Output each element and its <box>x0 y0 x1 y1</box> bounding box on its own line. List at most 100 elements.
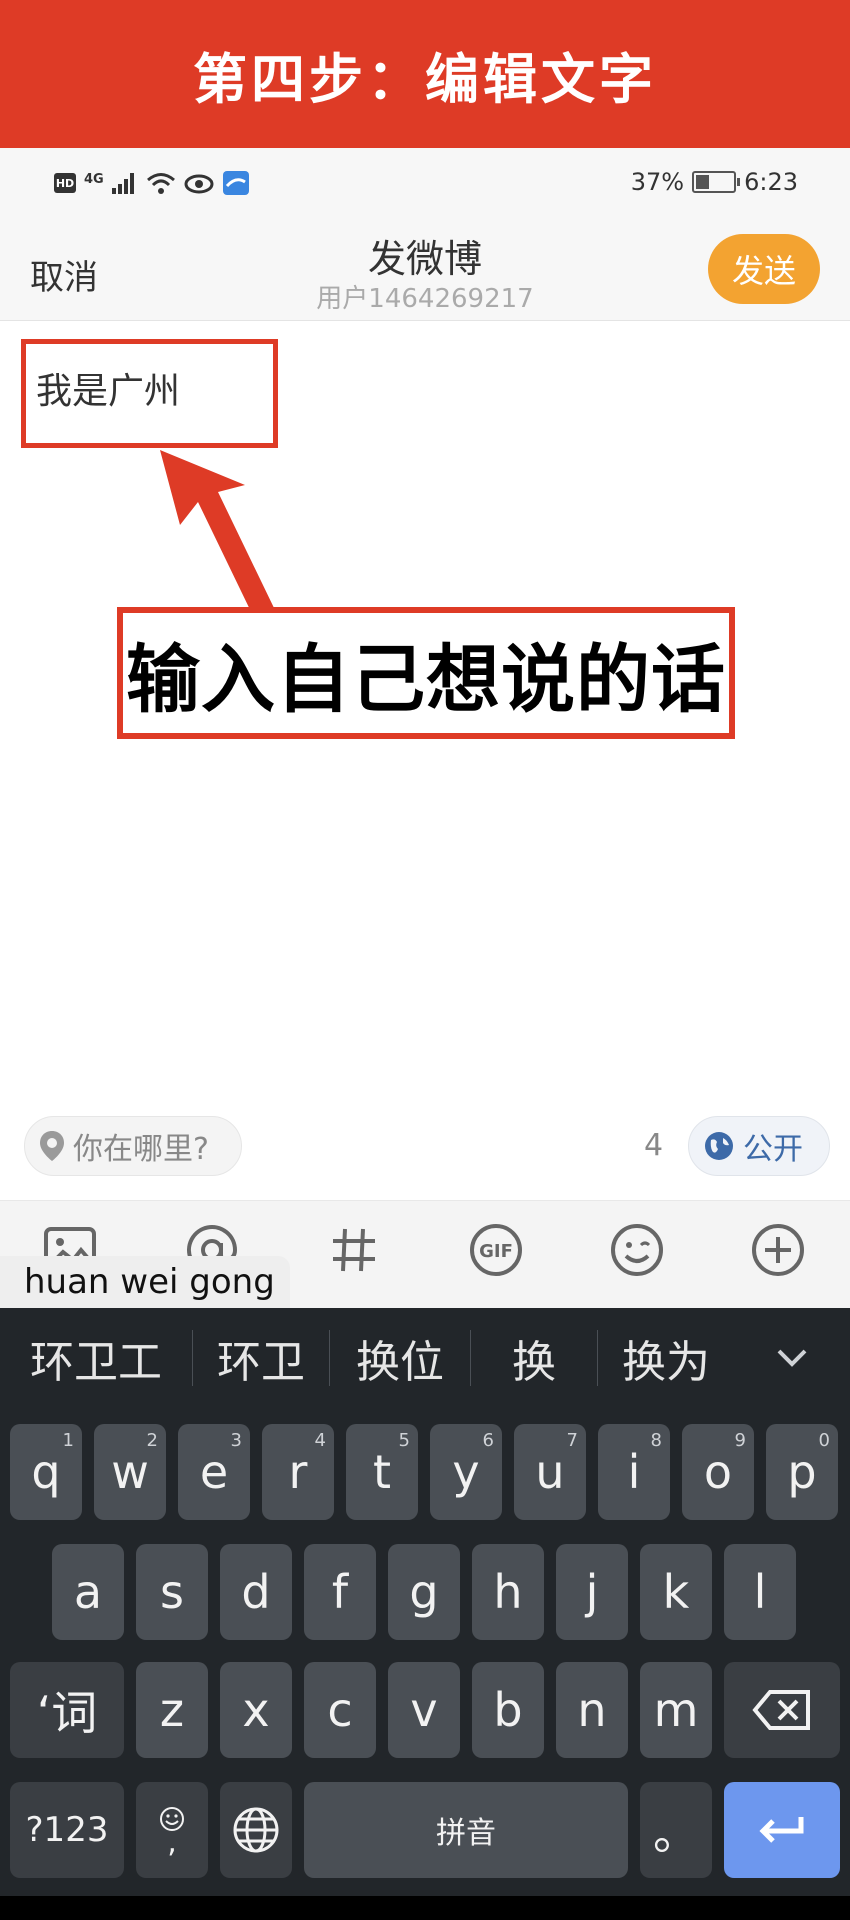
eye-comfort-icon <box>184 174 214 194</box>
key-d[interactable]: d <box>220 1544 292 1640</box>
key-t-label: t <box>372 1445 392 1499</box>
visibility-button[interactable]: 公开 <box>688 1116 830 1176</box>
key-d-label: d <box>241 1565 271 1619</box>
candidate-1[interactable]: 环卫工 <box>0 1308 192 1408</box>
gif-icon[interactable]: GIF <box>466 1220 526 1280</box>
key-c-label: c <box>327 1683 353 1737</box>
key-n[interactable]: n <box>556 1662 628 1758</box>
key-hint: 2 <box>146 1430 158 1451</box>
enter-key[interactable] <box>724 1782 840 1878</box>
key-y-label: y <box>452 1445 480 1499</box>
key-r-label: r <box>288 1445 308 1499</box>
key-h-label: h <box>493 1565 523 1619</box>
key-hint: 9 <box>734 1430 746 1451</box>
instruction-callout: 输入自己想说的话 <box>117 607 735 739</box>
enter-icon <box>759 1817 804 1843</box>
candidate-5[interactable]: 换为 <box>598 1308 734 1408</box>
key-k-label: k <box>662 1565 690 1619</box>
nav-bar <box>0 1896 850 1920</box>
key-u-label: u <box>535 1445 565 1499</box>
key-hint: 3 <box>230 1430 242 1451</box>
key-x[interactable]: x <box>220 1662 292 1758</box>
emoji-comma-key[interactable]: , <box>136 1782 208 1878</box>
network-type: 4G <box>84 171 104 187</box>
key-u[interactable]: u7 <box>514 1424 586 1520</box>
key-o[interactable]: o9 <box>682 1424 754 1520</box>
signal-icon <box>111 173 134 194</box>
key-j[interactable]: j <box>556 1544 628 1640</box>
candidate-4[interactable]: 换 <box>471 1308 597 1408</box>
backspace-key[interactable] <box>724 1662 840 1758</box>
key-hint: 8 <box>650 1430 662 1451</box>
key-b[interactable]: b <box>472 1662 544 1758</box>
key-s[interactable]: s <box>136 1544 208 1640</box>
key-r[interactable]: r4 <box>262 1424 334 1520</box>
wifi-icon <box>146 173 175 194</box>
key-m-label: m <box>653 1683 699 1737</box>
space-key[interactable]: 拼音 <box>304 1782 628 1878</box>
key-v[interactable]: v <box>388 1662 460 1758</box>
key-p-label: p <box>787 1445 817 1499</box>
symbols-key[interactable]: ?123 <box>10 1782 124 1878</box>
expand-candidates-button[interactable] <box>734 1308 850 1408</box>
key-hint: 6 <box>482 1430 494 1451</box>
candidate-3[interactable]: 换位 <box>330 1308 470 1408</box>
globe-icon <box>705 1132 733 1160</box>
key-f-label: f <box>331 1565 349 1619</box>
location-button[interactable]: 你在哪里? <box>24 1116 242 1176</box>
send-button[interactable]: 发送 <box>708 234 820 304</box>
key-s-label: s <box>160 1565 184 1619</box>
visibility-label: 公开 <box>743 1132 803 1167</box>
key-o-label: o <box>703 1445 733 1499</box>
key-w[interactable]: w2 <box>94 1424 166 1520</box>
key-e[interactable]: e3 <box>178 1424 250 1520</box>
period-key-label: 。 <box>653 1806 699 1860</box>
step-title: 第四步：编辑文字 <box>193 47 657 111</box>
key-p[interactable]: p0 <box>766 1424 838 1520</box>
key-h[interactable]: h <box>472 1544 544 1640</box>
comma-label: , <box>167 1825 177 1860</box>
key-m[interactable]: m <box>640 1662 712 1758</box>
key-i[interactable]: i8 <box>598 1424 670 1520</box>
battery-percent: 37% <box>630 168 685 196</box>
annotation-arrow <box>160 450 275 620</box>
instruction-text: 输入自己想说的话 <box>126 636 726 723</box>
key-t[interactable]: t5 <box>346 1424 418 1520</box>
backspace-icon <box>752 1690 810 1730</box>
pinyin-text: huan wei gong <box>24 1262 275 1302</box>
period-key[interactable]: 。 <box>640 1782 712 1878</box>
key-z[interactable]: z <box>136 1662 208 1758</box>
language-key[interactable] <box>220 1782 292 1878</box>
key-z-label: z <box>159 1683 185 1737</box>
key-hint: 5 <box>398 1430 410 1451</box>
word-key-label: ‘词 <box>36 1686 98 1740</box>
key-g[interactable]: g <box>388 1544 460 1640</box>
key-q[interactable]: q1 <box>10 1424 82 1520</box>
key-k[interactable]: k <box>640 1544 712 1640</box>
key-hint: 4 <box>314 1430 326 1451</box>
plus-icon[interactable] <box>748 1220 808 1280</box>
key-q-label: q <box>31 1445 61 1499</box>
location-pin-icon <box>40 1131 64 1161</box>
key-a[interactable]: a <box>52 1544 124 1640</box>
key-v-label: v <box>410 1683 438 1737</box>
key-n-label: n <box>577 1683 607 1737</box>
word-key[interactable]: ‘词 <box>10 1662 124 1758</box>
key-a-label: a <box>73 1565 103 1619</box>
key-f[interactable]: f <box>304 1544 376 1640</box>
key-i-label: i <box>627 1445 641 1499</box>
candidate-2[interactable]: 环卫 <box>193 1308 329 1408</box>
key-y[interactable]: y6 <box>430 1424 502 1520</box>
key-l[interactable]: l <box>724 1544 796 1640</box>
emoji-icon[interactable] <box>607 1220 667 1280</box>
key-x-label: x <box>242 1683 270 1737</box>
status-icons-right: 37% 6:23 <box>631 168 798 196</box>
hashtag-icon[interactable] <box>324 1220 384 1280</box>
battery-icon <box>692 171 741 193</box>
key-hint: 7 <box>566 1430 578 1451</box>
key-c[interactable]: c <box>304 1662 376 1758</box>
candidate-bar: 环卫工 环卫 换位 换 换为 <box>0 1308 850 1408</box>
app-notification-icon <box>222 171 249 195</box>
word-count: 4 <box>644 1128 664 1163</box>
key-g-label: g <box>409 1565 439 1619</box>
